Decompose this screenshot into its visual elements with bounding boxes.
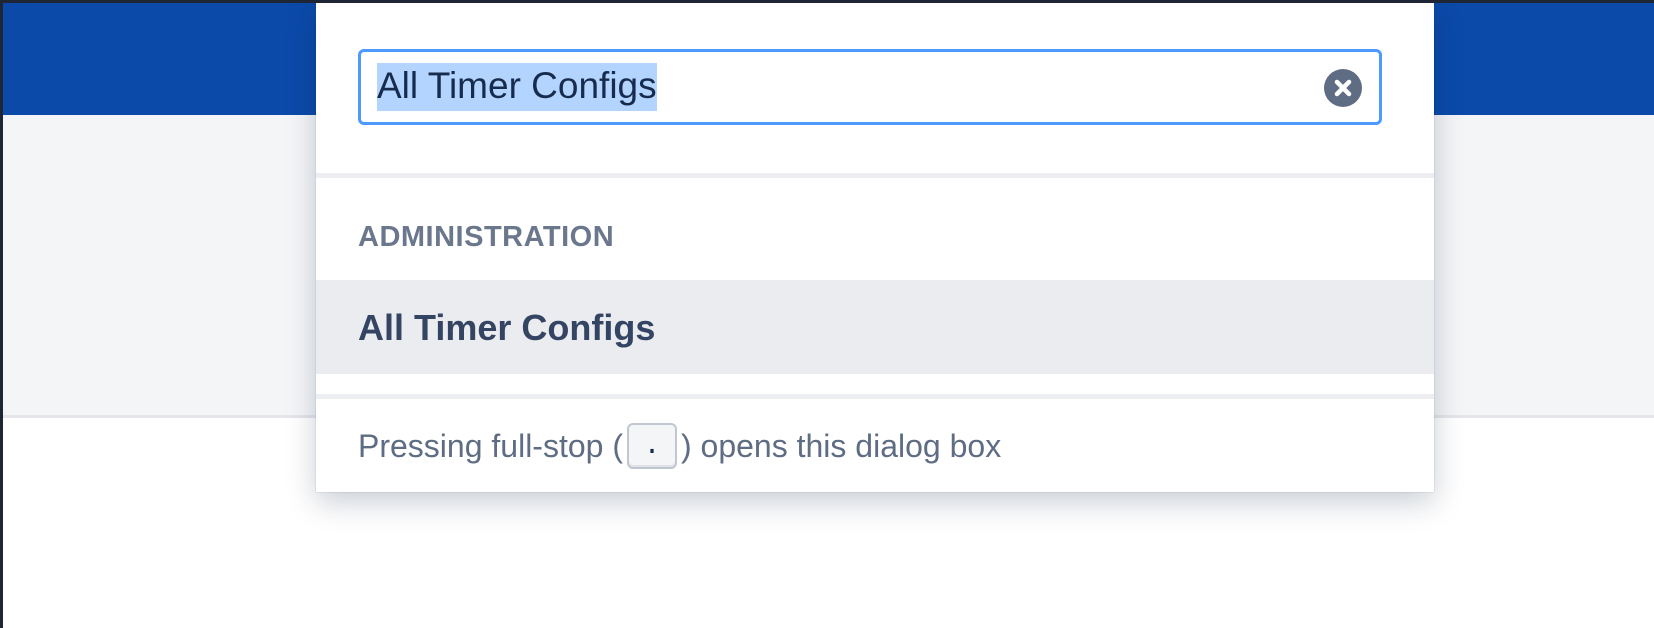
section-heading-administration: ADMINISTRATION [358,221,615,253]
search-input[interactable]: All Timer Configs [377,52,1297,122]
search-input-value: All Timer Configs [377,63,657,111]
result-item-label: All Timer Configs [358,307,656,348]
hint-suffix: ) opens this dialog box [680,427,1002,464]
hint-prefix: Pressing full-stop ( [358,427,623,464]
divider [316,394,1434,399]
result-item-all-timer-configs[interactable]: All Timer Configs [316,280,1434,374]
close-circle-icon [1334,79,1352,97]
shortcut-key: . [626,423,677,469]
search-field[interactable]: All Timer Configs [358,49,1382,125]
admin-search-dialog: All Timer Configs ADMINISTRATION All Tim… [316,3,1434,492]
app-window: All Timer Configs ADMINISTRATION All Tim… [3,3,1654,628]
clear-search-button[interactable] [1324,69,1362,107]
divider [316,173,1434,178]
keyboard-shortcut-hint: Pressing full-stop ( . ) opens this dial… [358,422,1001,470]
